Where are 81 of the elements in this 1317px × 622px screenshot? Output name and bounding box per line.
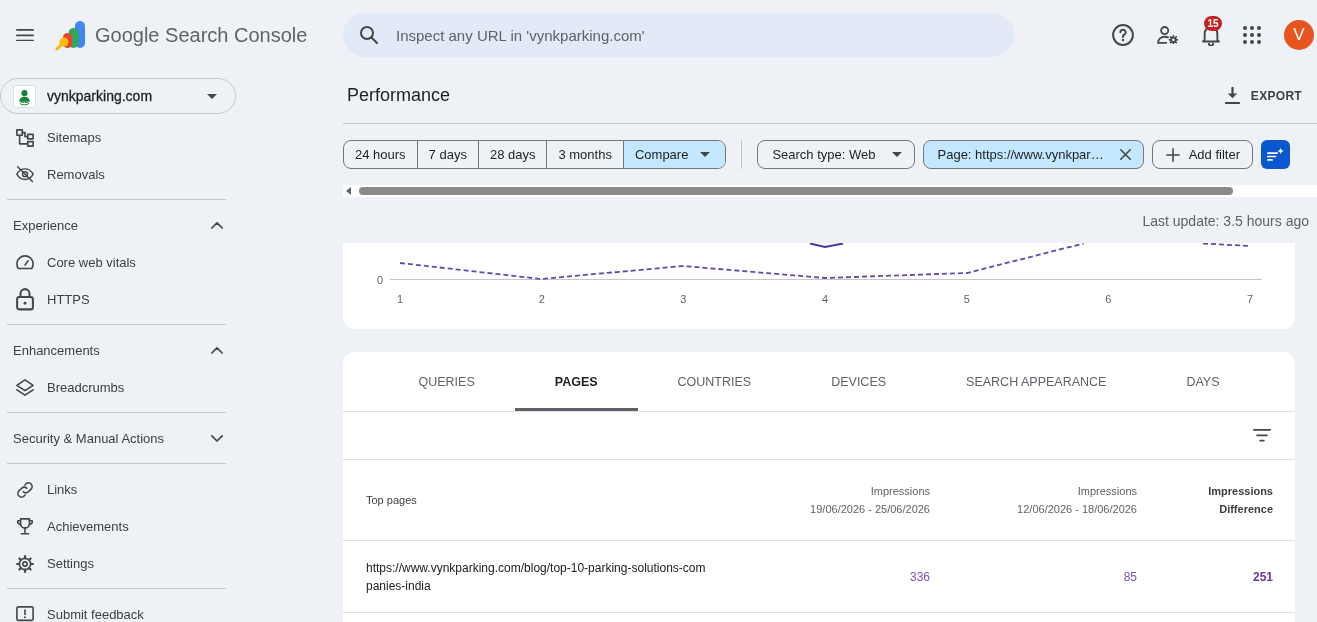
column-subheader: Difference	[1218, 502, 1273, 517]
scroll-left-icon[interactable]	[346, 187, 351, 195]
notification-badge: 15	[1204, 16, 1222, 32]
account-avatar[interactable]: V	[1284, 20, 1314, 50]
axis-label: 2	[538, 293, 545, 305]
nav-item[interactable]: Submit feedback	[0, 596, 226, 622]
column-header: Impressions	[1076, 484, 1137, 499]
scrollbar-thumb[interactable]	[359, 187, 1233, 195]
axis-label: 4	[821, 293, 829, 305]
exclamation-box-icon	[16, 606, 34, 622]
nav-item[interactable]: Achievements	[0, 508, 226, 545]
sitemap-icon	[16, 128, 34, 147]
table-cell-text: https://www.vynkparking.com/blog/top-10-parking-solutions-companies-india	[366, 559, 707, 595]
filter-icon[interactable]	[1253, 429, 1271, 442]
column-header: Impressions	[1207, 484, 1273, 499]
trophy-icon	[16, 517, 34, 536]
nav-item[interactable]: Sitemaps	[0, 119, 226, 156]
tab[interactable]: COUNTRIES	[637, 352, 792, 411]
layers-icon	[16, 378, 34, 397]
apps-icon[interactable]	[1243, 26, 1261, 44]
caret-icon	[700, 152, 711, 157]
settings-icon	[16, 554, 34, 573]
table-cell: 336	[909, 569, 930, 584]
search-field[interactable]: Inspect any URL in 'vynkparking.com'	[343, 13, 1014, 57]
filter-button[interactable]	[1261, 140, 1290, 169]
table-cell: 251	[1252, 569, 1273, 584]
nav-item[interactable]: HTTPS	[0, 281, 226, 318]
plus-icon	[1165, 147, 1180, 162]
tab[interactable]: DAYS	[1146, 352, 1260, 411]
logo-icon	[55, 19, 86, 51]
nav-item[interactable]: Breadcrumbs	[0, 369, 226, 406]
range-button[interactable]: 28 days	[477, 141, 547, 168]
nav-item[interactable]: Links	[0, 471, 226, 508]
axis-label: 1	[396, 293, 404, 305]
column-subheader: 19/06/2026 - 25/06/2026	[809, 502, 930, 517]
export-button[interactable]: EXPORT	[1224, 87, 1302, 104]
table-cell: 85	[1123, 569, 1137, 584]
section-header[interactable]: Security & Manual Actions	[0, 420, 226, 457]
section-header[interactable]: Experience	[0, 207, 226, 244]
column-header: Top pages	[366, 493, 418, 508]
close-icon	[1119, 149, 1131, 160]
last-update-text: Last update: 3.5 hours ago	[1141, 212, 1310, 231]
tab[interactable]: QUERIES	[378, 352, 515, 411]
filter-icon	[1267, 147, 1284, 162]
axis-label: 7	[1246, 293, 1254, 305]
axis-label: 6	[1105, 293, 1112, 305]
solid-series-line	[809, 243, 844, 249]
compare-button[interactable]: Compare	[622, 141, 726, 168]
range-button[interactable]: 24 hours	[344, 141, 417, 168]
filter-dropdown[interactable]: Search type: Web	[757, 140, 915, 169]
add-filter-button[interactable]: Add filter	[1151, 140, 1253, 169]
nav-item[interactable]: Settings	[0, 545, 226, 582]
tab[interactable]: PAGES	[514, 352, 638, 411]
column-header: Impressions	[869, 484, 930, 499]
nav-item[interactable]: Core web vitals	[0, 244, 226, 281]
person-gear-icon[interactable]	[1157, 25, 1179, 45]
gauge-icon	[16, 255, 34, 270]
axis-label: 0	[376, 274, 383, 286]
column-subheader: 12/06/2026 - 18/06/2026	[1016, 502, 1137, 517]
nav-item[interactable]: Removals	[0, 156, 226, 193]
search-icon	[360, 26, 378, 44]
filter-chip[interactable]: Page: https://www.vynkpar…	[922, 140, 1144, 169]
product-name: Google Search Console	[95, 23, 308, 47]
horizontal-scrollbar[interactable]	[343, 185, 1317, 197]
eye-slash-icon	[16, 166, 34, 183]
range-button[interactable]: 3 months	[546, 141, 623, 168]
tab[interactable]: DEVICES	[791, 352, 927, 411]
tab[interactable]: SEARCH APPEARANCE	[926, 352, 1147, 411]
caret-icon	[891, 152, 902, 157]
axis-label: 3	[680, 293, 687, 305]
lock-icon	[16, 288, 34, 311]
link-icon	[16, 480, 34, 499]
person-icon	[13, 84, 36, 108]
axis-label: 5	[963, 293, 970, 305]
menu-icon[interactable]	[16, 28, 34, 42]
download-icon	[1224, 87, 1240, 104]
page-title: Performance	[347, 85, 451, 106]
help-icon[interactable]	[1112, 24, 1134, 46]
section-header[interactable]: Enhancements	[0, 332, 226, 369]
range-button[interactable]: 7 days	[416, 141, 478, 168]
caret-icon	[207, 93, 217, 99]
